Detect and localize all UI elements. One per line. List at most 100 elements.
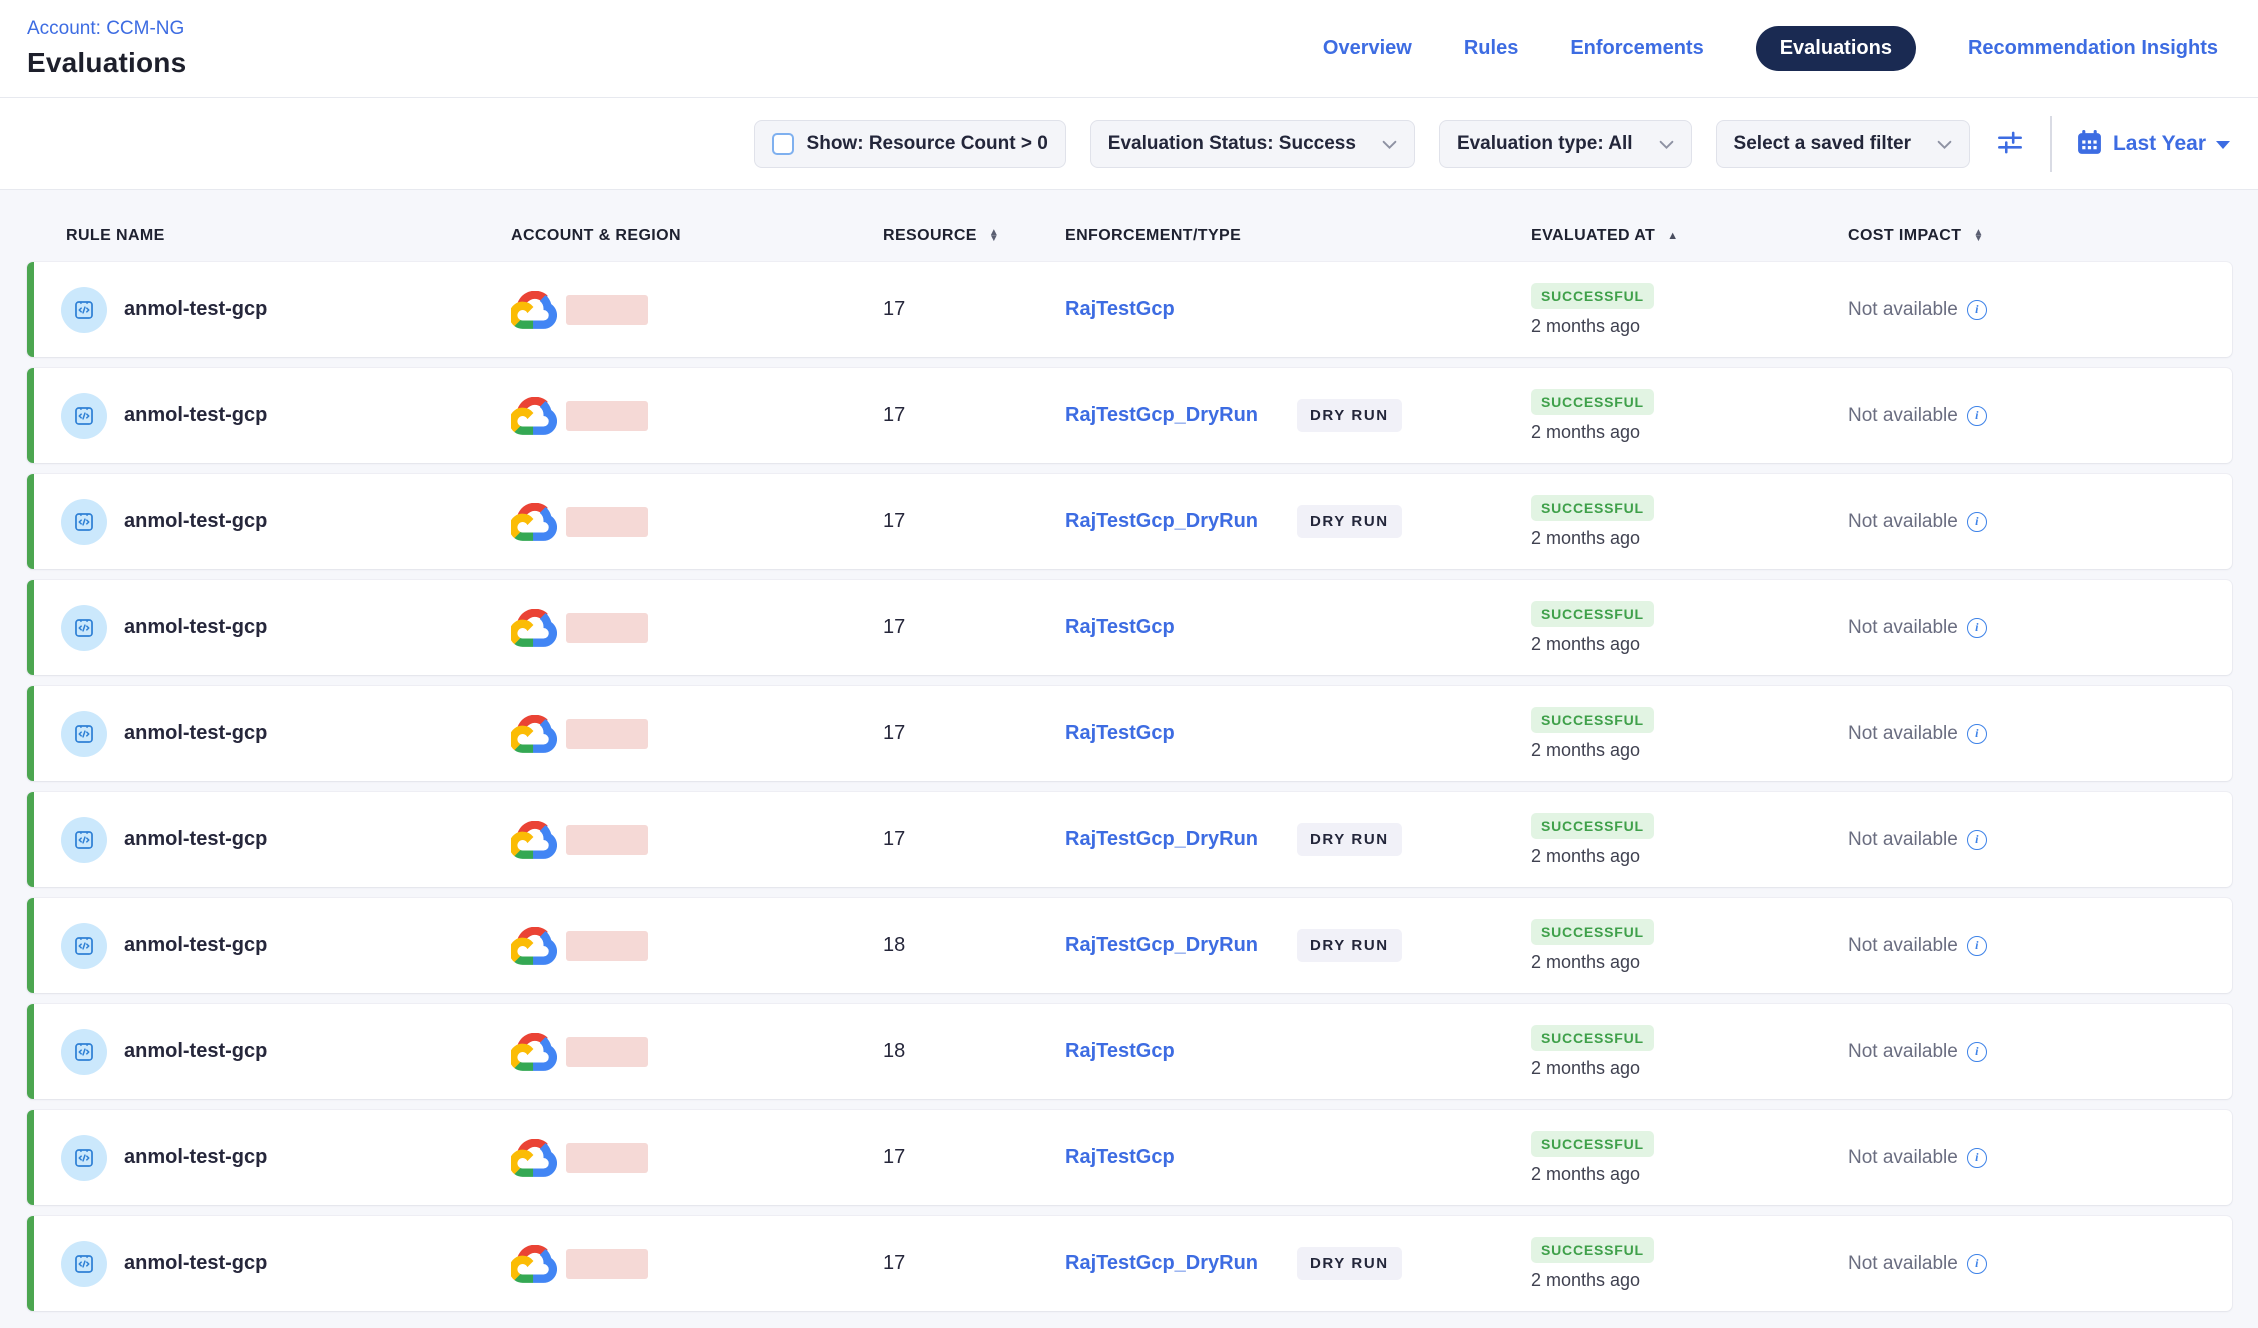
info-icon[interactable]: i [1967, 406, 1987, 426]
tab-recommendation-insights[interactable]: Recommendation Insights [1968, 37, 2218, 60]
filter-divider [2050, 116, 2052, 172]
time-range-label: Last Year [2113, 132, 2206, 156]
enforcement-link[interactable]: RajTestGcp_DryRun [1065, 1252, 1258, 1275]
status-badge: SUCCESSFUL [1531, 813, 1654, 839]
enforcement-link[interactable]: RajTestGcp [1065, 298, 1175, 321]
resource-cell: 17 [883, 1146, 1065, 1169]
table-row[interactable]: anmol-test-gcp 17 RajTestGcp SUCCESSFUL … [27, 580, 2232, 675]
sort-asc-icon[interactable]: ▲ [1667, 230, 1678, 242]
rule-name-cell: anmol-test-gcp [34, 393, 511, 439]
dry-run-badge: DRY RUN [1297, 823, 1402, 856]
table-row[interactable]: anmol-test-gcp 17 RajTestGcp SUCCESSFUL … [27, 1110, 2232, 1205]
gcp-cloud-icon [511, 715, 557, 753]
info-icon[interactable]: i [1967, 618, 1987, 638]
account-breadcrumb[interactable]: Account: CCM-NG [27, 18, 186, 40]
resource-count: 18 [883, 1040, 905, 1063]
account-region-cell [511, 291, 883, 329]
info-icon[interactable]: i [1967, 1042, 1987, 1062]
filter-saved-filter[interactable]: Select a saved filter [1716, 120, 1970, 168]
resource-count-checkbox[interactable] [772, 133, 794, 155]
filter-evaluation-type[interactable]: Evaluation type: All [1439, 120, 1692, 168]
account-id-redacted [566, 719, 648, 749]
enforcement-link[interactable]: RajTestGcp [1065, 1146, 1175, 1169]
rule-name-cell: anmol-test-gcp [34, 605, 511, 651]
time-range-selector[interactable]: Last Year [2076, 129, 2230, 159]
column-header-enforcement-type: ENFORCEMENT/TYPE [1065, 227, 1531, 245]
info-icon[interactable]: i [1967, 512, 1987, 532]
table-row[interactable]: anmol-test-gcp 17 RajTestGcp_DryRun DRY … [27, 474, 2232, 569]
table-row[interactable]: anmol-test-gcp 17 RajTestGcp_DryRun DRY … [27, 368, 2232, 463]
nav-tabs: Overview Rules Enforcements Evaluations Reco… [1323, 26, 2218, 71]
gcp-cloud-icon [511, 821, 557, 859]
account-region-cell [511, 1033, 883, 1071]
rule-name: anmol-test-gcp [124, 510, 267, 533]
dry-run-badge: DRY RUN [1297, 505, 1402, 538]
resource-cell: 18 [883, 934, 1065, 957]
rule-avatar [61, 1241, 107, 1287]
gcp-cloud-icon [511, 291, 557, 329]
resource-cell: 17 [883, 1252, 1065, 1275]
table-row[interactable]: anmol-test-gcp 17 RajTestGcp SUCCESSFUL … [27, 686, 2232, 781]
rule-avatar [61, 287, 107, 333]
tab-enforcements[interactable]: Enforcements [1570, 37, 1703, 60]
resource-count: 17 [883, 616, 905, 639]
info-icon[interactable]: i [1967, 936, 1987, 956]
evaluated-timestamp: 2 months ago [1531, 1270, 1640, 1291]
column-header-resource[interactable]: RESOURCE ▲▼ [883, 227, 1065, 245]
column-header-rule-name: RULE NAME [27, 227, 511, 245]
filter-evaluation-status[interactable]: Evaluation Status: Success [1090, 120, 1415, 168]
table-row[interactable]: anmol-test-gcp 18 RajTestGcp_DryRun DRY … [27, 898, 2232, 993]
enforcement-cell: RajTestGcp [1065, 1040, 1531, 1063]
table-row[interactable]: anmol-test-gcp 18 RajTestGcp SUCCESSFUL … [27, 1004, 2232, 1099]
enforcement-link[interactable]: RajTestGcp_DryRun [1065, 510, 1258, 533]
resource-cell: 17 [883, 616, 1065, 639]
rule-avatar [61, 393, 107, 439]
info-icon[interactable]: i [1967, 1148, 1987, 1168]
enforcement-link[interactable]: RajTestGcp [1065, 616, 1175, 639]
info-icon[interactable]: i [1967, 830, 1987, 850]
enforcement-link[interactable]: RajTestGcp_DryRun [1065, 828, 1258, 851]
cost-impact-text: Not available [1848, 617, 1958, 639]
column-label: RESOURCE [883, 227, 977, 245]
table-row[interactable]: anmol-test-gcp 17 RajTestGcp_DryRun DRY … [27, 792, 2232, 887]
tab-evaluations[interactable]: Evaluations [1756, 26, 1916, 71]
cost-impact-cell: Not available i [1848, 723, 2232, 745]
account-id-redacted [566, 613, 648, 643]
tab-overview[interactable]: Overview [1323, 37, 1412, 60]
evaluated-timestamp: 2 months ago [1531, 740, 1640, 761]
filter-settings-button[interactable] [1994, 126, 2026, 161]
info-icon[interactable]: i [1967, 300, 1987, 320]
cost-impact-cell: Not available i [1848, 617, 2232, 639]
resource-count-filter[interactable]: Show: Resource Count > 0 [754, 120, 1066, 168]
status-badge: SUCCESSFUL [1531, 283, 1654, 309]
column-header-cost-impact[interactable]: COST IMPACT▲▼ [1848, 227, 2232, 245]
info-icon[interactable]: i [1967, 1254, 1987, 1274]
dry-run-badge: DRY RUN [1297, 399, 1402, 432]
resource-count: 17 [883, 1146, 905, 1169]
sort-icon[interactable]: ▲▼ [1973, 230, 1983, 242]
sort-icon[interactable]: ▲▼ [989, 230, 999, 242]
cost-impact-text: Not available [1848, 299, 1958, 321]
evaluated-at-cell: SUCCESSFUL 2 months ago [1531, 283, 1848, 337]
tab-rules[interactable]: Rules [1464, 37, 1518, 60]
account-id-redacted [566, 295, 648, 325]
table-row[interactable]: anmol-test-gcp 17 RajTestGcp_DryRun DRY … [27, 1216, 2232, 1311]
account-region-cell [511, 927, 883, 965]
column-header-evaluated-at[interactable]: EVALUATED AT▲ [1531, 227, 1848, 245]
table-header-row: RULE NAMEACCOUNT & REGIONRESOURCE▲▼ENFOR… [27, 210, 2232, 262]
enforcement-link[interactable]: RajTestGcp_DryRun [1065, 934, 1258, 957]
resource-count-filter-label: Show: Resource Count > 0 [807, 133, 1048, 155]
enforcement-link[interactable]: RajTestGcp [1065, 1040, 1175, 1063]
status-badge: SUCCESSFUL [1531, 919, 1654, 945]
evaluated-timestamp: 2 months ago [1531, 316, 1640, 337]
account-region-cell [511, 715, 883, 753]
page-title: Evaluations [27, 47, 186, 79]
rule-code-icon [71, 1039, 97, 1065]
table-row[interactable]: anmol-test-gcp 17 RajTestGcp SUCCESSFUL … [27, 262, 2232, 357]
enforcement-link[interactable]: RajTestGcp_DryRun [1065, 404, 1258, 427]
status-badge: SUCCESSFUL [1531, 1025, 1654, 1051]
enforcement-cell: RajTestGcp_DryRun DRY RUN [1065, 934, 1531, 957]
enforcement-link[interactable]: RajTestGcp [1065, 722, 1175, 745]
info-icon[interactable]: i [1967, 724, 1987, 744]
rule-code-icon [71, 403, 97, 429]
